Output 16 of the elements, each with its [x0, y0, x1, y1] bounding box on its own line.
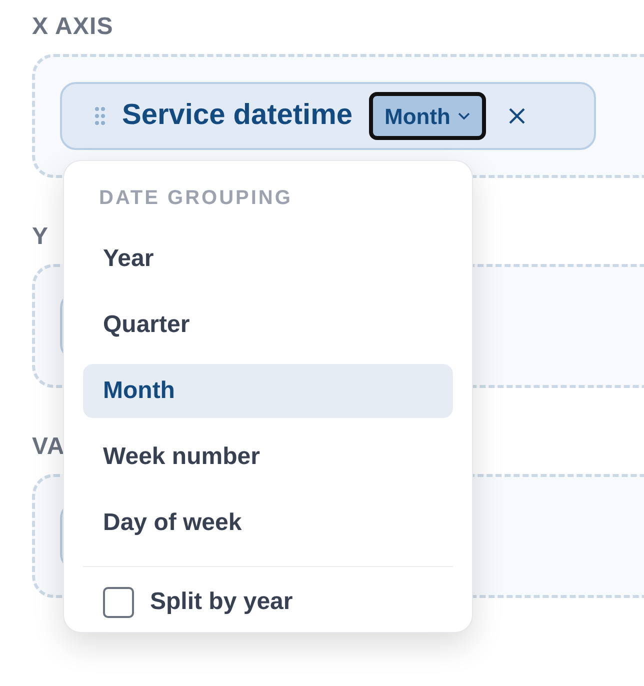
section-label: X AXIS — [32, 13, 114, 41]
field-name: Service datetime — [122, 98, 353, 134]
grouping-dropdown[interactable]: Month — [368, 92, 486, 140]
menu-option[interactable]: Month — [83, 364, 453, 418]
menu-option[interactable]: Week number — [83, 430, 453, 484]
checkbox[interactable] — [103, 586, 134, 618]
menu-header: DATE GROUPING — [98, 186, 292, 211]
section-label: VA — [32, 433, 65, 461]
menu-option[interactable]: Year — [83, 232, 453, 286]
drag-handle-icon[interactable] — [94, 106, 106, 126]
section-label: Y — [32, 223, 49, 251]
menu-option[interactable]: Day of week — [83, 496, 453, 550]
checkbox-label: Split by year — [150, 587, 293, 617]
close-icon[interactable] — [508, 107, 526, 125]
menu-option[interactable]: Quarter — [83, 298, 453, 352]
chevron-down-icon — [458, 112, 470, 120]
